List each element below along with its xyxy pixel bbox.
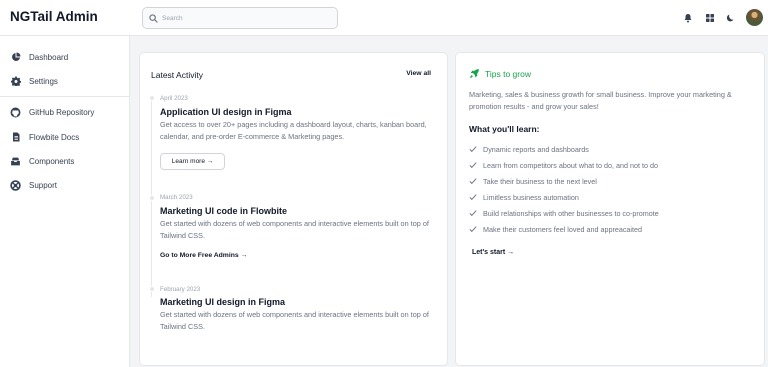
learn-list-item: Limitless business automation <box>469 192 579 202</box>
learn-list-item: Build relationships with other businesse… <box>469 208 659 218</box>
activity-description: Get started with dozens of web component… <box>160 219 429 240</box>
tips-description: Marketing, sales & business growth for s… <box>469 90 732 111</box>
lifebuoy-icon <box>10 179 21 191</box>
activity-date: March 2023 <box>160 194 193 201</box>
bell-icon[interactable] <box>682 12 694 24</box>
view-all-link[interactable]: View all <box>406 70 431 77</box>
search-box[interactable] <box>142 7 338 29</box>
document-icon <box>10 132 21 143</box>
check-icon <box>469 193 477 201</box>
activity-date: April 2023 <box>160 95 188 102</box>
timeline-dot <box>148 195 155 201</box>
go-to-admins-link[interactable]: Go to More Free Admins → <box>160 252 247 259</box>
apps-grid-icon[interactable] <box>704 12 716 24</box>
search-icon <box>149 13 158 23</box>
pie-chart-icon <box>10 52 21 63</box>
sidebar-divider <box>0 96 130 97</box>
learn-list-item: Dynamic reports and dashboards <box>469 144 589 154</box>
sidebar-item-components[interactable]: Components <box>10 154 74 168</box>
gear-icon <box>10 76 21 87</box>
sidebar-item-label: GitHub Repository <box>29 107 95 117</box>
sidebar-item-github[interactable]: GitHub Repository <box>10 105 94 119</box>
activity-title: Marketing UI design in Figma <box>160 297 286 307</box>
check-icon <box>469 209 477 217</box>
learn-list-item: Make their customers feel loved and appr… <box>469 224 642 234</box>
check-icon <box>469 145 477 153</box>
activity-title: Marketing UI code in Flowbite <box>160 206 288 216</box>
learn-list-item: Learn from competitors about what to do,… <box>469 160 658 170</box>
latest-activity-card: Latest Activity View all April 2023 Appl… <box>139 52 448 366</box>
sidebar-item-label: Flowbite Docs <box>29 132 80 142</box>
check-icon <box>469 225 477 233</box>
inbox-stack-icon <box>10 156 21 167</box>
learn-item-label: Make their customers feel loved and appr… <box>483 224 643 234</box>
github-icon <box>10 107 21 118</box>
sidebar: Dashboard Settings GitHub Repository Flo… <box>0 36 130 367</box>
learn-item-label: Build relationships with other businesse… <box>483 208 659 218</box>
sidebar-item-label: Dashboard <box>29 52 69 62</box>
timeline-dot <box>148 286 155 292</box>
top-navbar: NGTail Admin <box>0 0 768 36</box>
activity-description: Get access to over 20+ pages including a… <box>160 120 427 141</box>
sidebar-item-settings[interactable]: Settings <box>10 74 58 88</box>
sidebar-item-flowbite-docs[interactable]: Flowbite Docs <box>10 130 79 144</box>
card-title: Latest Activity <box>151 70 203 80</box>
moon-icon[interactable] <box>725 12 737 24</box>
search-input[interactable] <box>162 14 332 22</box>
brand-logo[interactable]: NGTail Admin <box>10 9 98 24</box>
tips-title: Tips to grow <box>485 68 531 79</box>
sidebar-item-label: Settings <box>29 76 58 86</box>
rocket-icon <box>470 69 479 78</box>
sidebar-item-label: Components <box>29 156 75 166</box>
timeline-dot <box>148 95 155 101</box>
learn-item-label: Learn from competitors about what to do,… <box>483 160 659 170</box>
sidebar-item-dashboard[interactable]: Dashboard <box>10 50 68 64</box>
lets-start-link[interactable]: Let's start → <box>472 249 514 256</box>
sidebar-item-label: Support <box>29 180 58 190</box>
learn-item-label: Take their business to the next level <box>483 176 597 186</box>
activity-description: Get started with dozens of web component… <box>160 310 429 331</box>
learn-item-label: Dynamic reports and dashboards <box>483 144 589 154</box>
activity-title: Application UI design in Figma <box>160 107 292 117</box>
learn-item-label: Limitless business automation <box>483 192 579 202</box>
check-icon <box>469 177 477 185</box>
tips-card: Tips to grow Marketing, sales & business… <box>455 52 765 366</box>
user-avatar[interactable] <box>746 9 763 26</box>
learn-heading: What you'll learn: <box>469 124 540 134</box>
check-icon <box>469 161 477 169</box>
sidebar-item-support[interactable]: Support <box>10 178 57 192</box>
tips-header: Tips to grow <box>469 68 531 79</box>
activity-date: February 2023 <box>160 286 201 293</box>
learn-more-button[interactable]: Learn more → <box>160 153 225 170</box>
learn-list-item: Take their business to the next level <box>469 176 597 186</box>
